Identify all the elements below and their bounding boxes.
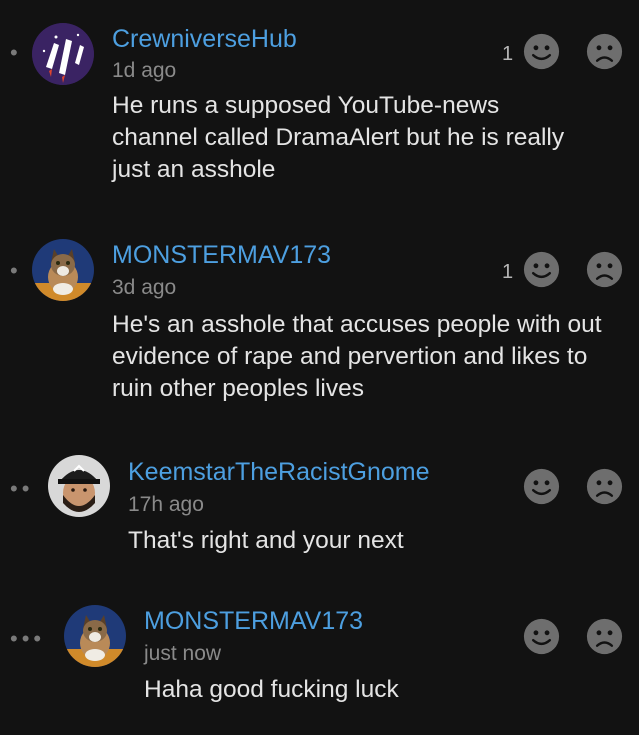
comment-text: He's an asshole that accuses people with… xyxy=(112,311,602,402)
comment-text: He runs a supposed YouTube-news channel … xyxy=(112,92,565,183)
comment-crewniversehub: • CrewniverseHub 1d ago He runs a suppos… xyxy=(0,0,639,215)
comment-timestamp: 1d ago xyxy=(112,59,177,82)
sad-face-icon[interactable] xyxy=(586,33,623,70)
like-count: 1 xyxy=(502,43,514,65)
comment-username[interactable]: KeemstarTheRacistGnome xyxy=(128,457,430,487)
comment-username[interactable]: CrewniverseHub xyxy=(112,24,297,54)
smiley-face-icon[interactable] xyxy=(523,251,560,288)
thread-depth-dots: • xyxy=(10,40,22,65)
comment-monstermav173-reply: ••• MONSTERMAV173 just now Haha good fuc… xyxy=(0,585,639,735)
rocket-avatar[interactable] xyxy=(32,23,94,85)
comment-timestamp: 3d ago xyxy=(112,276,177,299)
sad-face-icon[interactable] xyxy=(586,618,623,655)
comment-text: That's right and your next xyxy=(128,527,404,554)
comment-text: Haha good fucking luck xyxy=(144,676,399,703)
comment-timestamp: just now xyxy=(144,642,222,665)
smiley-face-icon[interactable] xyxy=(523,33,560,70)
sad-face-icon[interactable] xyxy=(586,468,623,505)
man-with-cap-avatar[interactable] xyxy=(48,455,110,517)
comment-username[interactable]: MONSTERMAV173 xyxy=(144,606,363,636)
comment-keemstartheracistgnome: •• KeemstarTheRacistGnome 17h ago That's… xyxy=(0,435,639,585)
smiley-face-icon[interactable] xyxy=(523,618,560,655)
smiley-face-icon[interactable] xyxy=(523,468,560,505)
thread-depth-dots: ••• xyxy=(10,626,46,651)
comment-monstermav173: • MONSTERMAV173 3d ago He's an asshole t… xyxy=(0,215,639,435)
cat-avatar[interactable] xyxy=(64,605,126,667)
like-count: 1 xyxy=(502,261,514,283)
thread-depth-dots: •• xyxy=(10,476,34,501)
thread-depth-dots: • xyxy=(10,258,22,283)
comment-timestamp: 17h ago xyxy=(128,493,204,516)
comment-username[interactable]: MONSTERMAV173 xyxy=(112,240,331,270)
cat-avatar[interactable] xyxy=(32,239,94,301)
sad-face-icon[interactable] xyxy=(586,251,623,288)
